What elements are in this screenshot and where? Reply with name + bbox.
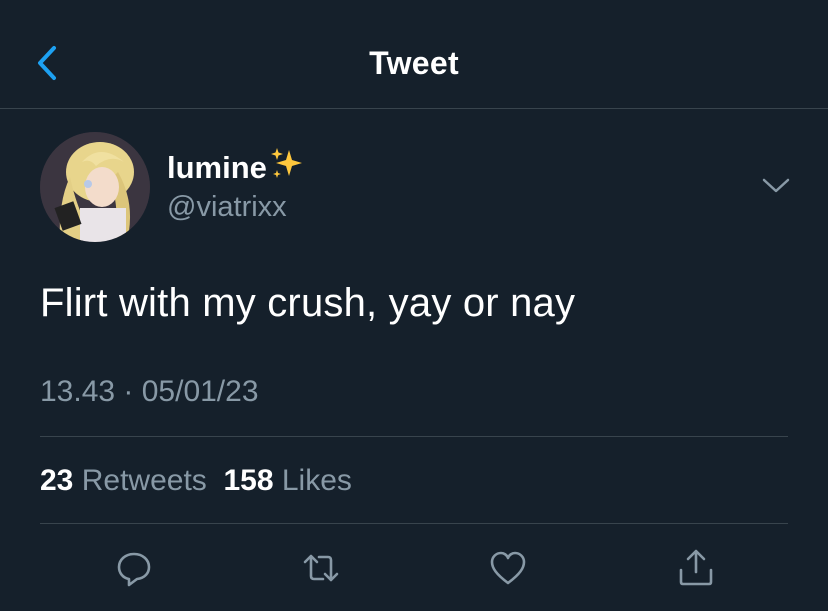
- tweet-menu-button[interactable]: [761, 176, 791, 196]
- like-icon: [490, 551, 526, 585]
- page-title: Tweet: [369, 45, 459, 81]
- divider: [40, 436, 788, 437]
- share-icon: [679, 549, 713, 586]
- tweet-timestamp[interactable]: 13.43 · 05/01/23: [40, 375, 259, 409]
- tweet-stats: 23 Retweets 158 Likes: [40, 464, 352, 498]
- reply-icon: [117, 552, 151, 587]
- top-bar: Tweet: [0, 0, 828, 109]
- avatar[interactable]: [40, 132, 150, 242]
- user-handle[interactable]: @viatrixx: [167, 191, 287, 224]
- display-name-text: lumine: [167, 150, 267, 185]
- tweet-text: Flirt with my crush, yay or nay: [40, 281, 576, 325]
- retweets-count: 23: [40, 464, 74, 497]
- reply-button[interactable]: [114, 548, 154, 588]
- like-button[interactable]: [488, 548, 528, 588]
- retweet-button[interactable]: [301, 548, 341, 588]
- retweets-label: Retweets: [81, 464, 207, 497]
- likes-count: 158: [223, 464, 274, 497]
- likes-stat[interactable]: 158 Likes: [223, 464, 351, 497]
- likes-label: Likes: [281, 464, 352, 497]
- chevron-down-icon: [762, 178, 790, 193]
- sparkles-icon: [269, 146, 305, 190]
- retweet-icon: [303, 554, 339, 582]
- share-button[interactable]: [676, 548, 716, 588]
- display-name[interactable]: lumine: [167, 146, 305, 190]
- retweets-stat[interactable]: 23 Retweets: [40, 464, 207, 497]
- divider: [40, 523, 788, 524]
